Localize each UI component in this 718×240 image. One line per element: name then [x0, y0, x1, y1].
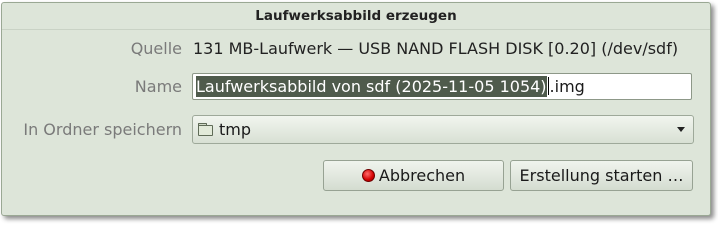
- chevron-down-icon[interactable]: [677, 126, 685, 132]
- folder-label: In Ordner speichern: [23, 119, 182, 139]
- image-name-selected-text: Laufwerksabbild von sdf (2025-11-05 1054…: [196, 75, 547, 97]
- create-disk-image-dialog: Laufwerksabbild erzeugen Quelle 131 MB-L…: [1, 2, 711, 216]
- stop-icon: [361, 169, 375, 182]
- start-creation-button-label: Erstellung starten …: [519, 166, 684, 185]
- image-name-input[interactable]: Laufwerksabbild von sdf (2025-11-05 1054…: [192, 72, 692, 100]
- folder-select-value: tmp: [219, 119, 252, 139]
- dialog-title: Laufwerksabbild erzeugen: [255, 8, 457, 24]
- folder-select[interactable]: tmp: [192, 114, 694, 144]
- source-value: 131 MB-Laufwerk — USB NAND FLASH DISK [0…: [193, 38, 679, 58]
- name-row: Name Laufwerksabbild von sdf (2025-11-05…: [2, 71, 710, 101]
- folder-icon: [198, 123, 213, 136]
- start-creation-button[interactable]: Erstellung starten …: [510, 160, 693, 191]
- cancel-button-label: Abbrechen: [378, 166, 466, 185]
- image-name-suffix: .img: [549, 76, 585, 96]
- folder-row: In Ordner speichern tmp: [2, 114, 710, 144]
- source-row: Quelle 131 MB-Laufwerk — USB NAND FLASH …: [2, 33, 710, 63]
- dialog-titlebar[interactable]: Laufwerksabbild erzeugen: [2, 3, 710, 30]
- cancel-button[interactable]: Abbrechen: [323, 160, 504, 191]
- source-label: Quelle: [130, 38, 182, 58]
- text-cursor: [547, 77, 549, 95]
- name-label: Name: [134, 76, 182, 96]
